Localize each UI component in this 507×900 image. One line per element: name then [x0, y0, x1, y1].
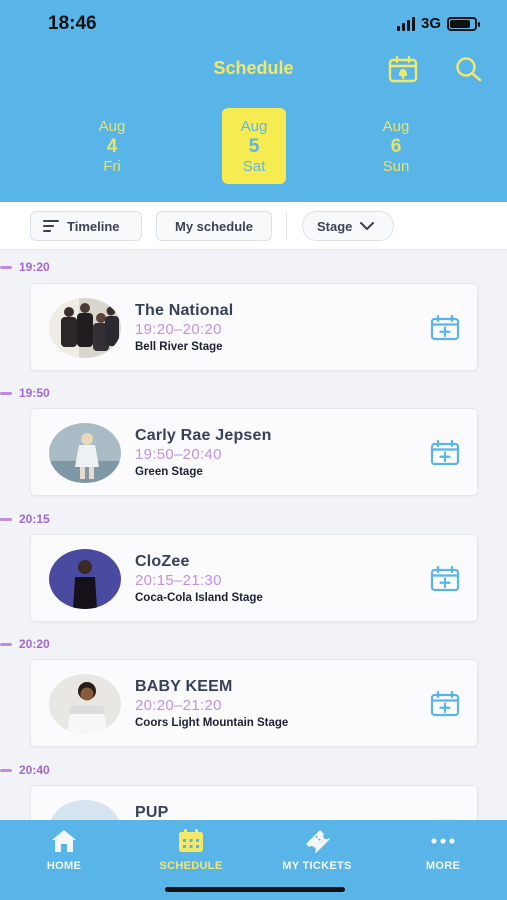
time-marker: 20:20: [0, 637, 50, 651]
date-option-aug-5-selected[interactable]: Aug 5 Sat: [222, 108, 286, 184]
home-indicator: [165, 887, 345, 892]
artist-photo: [49, 423, 121, 483]
date-month: Aug: [240, 118, 268, 135]
time-marker-label: 20:40: [19, 763, 50, 777]
event-card-carly-rae-jepsen[interactable]: Carly Rae Jepsen 19:50–20:40 Green Stage: [30, 408, 478, 496]
calendar-bell-icon[interactable]: [388, 55, 418, 83]
date-day: 6: [390, 136, 402, 157]
page-title: Schedule: [213, 58, 294, 78]
stage-name: Bell River Stage: [135, 341, 223, 353]
stage-name: Coca-Cola Island Stage: [135, 592, 263, 604]
tab-home-label: HOME: [46, 860, 82, 872]
artist-name: Carly Rae Jepsen: [135, 427, 272, 444]
home-icon: [52, 830, 76, 852]
time-slot: 19:50–20:40: [135, 446, 222, 463]
status-time: 18:46: [48, 13, 97, 34]
stage-name: Coors Light Mountain Stage: [135, 717, 289, 729]
tab-my-tickets-label: MY TICKETS: [282, 860, 352, 872]
signal-icon: [396, 16, 415, 31]
tab-schedule[interactable]: SCHEDULE: [136, 828, 246, 872]
event-details: The National 19:20–20:20 Bell River Stag…: [135, 302, 233, 353]
event-details: BABY KEEM 20:20–21:20 Coors Light Mounta…: [135, 678, 288, 729]
event-details: CloZee 20:15–21:30 Coca-Cola Island Stag…: [135, 553, 263, 604]
date-day: 5: [248, 136, 260, 157]
date-month: Aug: [98, 118, 126, 135]
add-to-calendar-icon[interactable]: [430, 440, 460, 466]
date-weekday: Fri: [103, 158, 121, 175]
search-icon[interactable]: [454, 55, 484, 83]
event-card-clozee[interactable]: CloZee 20:15–21:30 Coca-Cola Island Stag…: [30, 534, 478, 622]
add-to-calendar-icon[interactable]: [430, 566, 460, 592]
timeline-label: Timeline: [67, 218, 120, 234]
artist-name: CloZee: [135, 553, 190, 570]
artist-name: The National: [135, 302, 234, 319]
chevron-down-icon: [360, 222, 375, 230]
my-schedule-label: My schedule: [174, 218, 254, 234]
filter-divider: [286, 212, 287, 240]
artist-photo: [49, 800, 121, 820]
event-card-the-national[interactable]: The National 19:20–20:20 Bell River Stag…: [30, 283, 478, 371]
date-option-aug-6[interactable]: Aug 6 Sun: [364, 108, 428, 184]
tab-schedule-label: SCHEDULE: [159, 860, 223, 872]
date-option-aug-4[interactable]: Aug 4 Fri: [80, 108, 144, 184]
app-header: 18:46 3G Schedule Aug 4 Fri Aug 5 Sat Au…: [0, 0, 507, 202]
calendar-icon: [179, 829, 203, 852]
status-bar: 18:46 3G: [0, 0, 507, 48]
schedule-timeline[interactable]: 19:20 The National 19:20–20:20 Bell Rive…: [0, 250, 507, 820]
stage-label: Stage: [317, 218, 353, 234]
event-details: PUP: [135, 804, 169, 820]
event-card-baby-keem[interactable]: BABY KEEM 20:20–21:20 Coors Light Mounta…: [30, 659, 478, 747]
time-marker-label: 20:15: [19, 512, 50, 526]
time-marker-label: 19:20: [19, 260, 50, 274]
tab-my-tickets[interactable]: MY TICKETS: [262, 828, 372, 872]
status-indicators: 3G: [396, 15, 480, 32]
time-marker: 20:40: [0, 763, 50, 777]
time-slot: 20:15–21:30: [135, 572, 222, 589]
date-month: Aug: [382, 118, 410, 135]
date-day: 4: [106, 136, 118, 157]
battery-icon: [447, 16, 480, 31]
artist-photo: [49, 674, 121, 734]
stage-dropdown[interactable]: Stage: [302, 211, 394, 241]
stage-name: Green Stage: [135, 466, 203, 478]
filter-bar: Timeline My schedule Stage: [0, 202, 507, 250]
date-picker: Aug 4 Fri Aug 5 Sat Aug 6 Sun: [0, 108, 507, 186]
time-marker: 19:50: [0, 386, 50, 400]
list-icon: [43, 220, 59, 232]
date-weekday: Sat: [242, 158, 266, 175]
tab-more[interactable]: MORE: [388, 828, 498, 872]
time-marker-label: 19:50: [19, 386, 50, 400]
artist-photo: [49, 549, 121, 609]
time-marker: 20:15: [0, 512, 50, 526]
artist-name: BABY KEEM: [135, 678, 233, 695]
add-to-calendar-icon[interactable]: [430, 315, 460, 341]
timeline-button[interactable]: Timeline: [30, 211, 142, 241]
time-slot: 19:20–20:20: [135, 321, 222, 338]
network-type: 3G: [420, 15, 441, 32]
event-details: Carly Rae Jepsen 19:50–20:40 Green Stage: [135, 427, 272, 478]
time-marker-label: 20:20: [19, 637, 50, 651]
ticket-icon: [306, 830, 330, 853]
time-marker: 19:20: [0, 260, 50, 274]
date-weekday: Sun: [382, 158, 410, 175]
artist-name: PUP: [135, 804, 169, 820]
time-slot: 20:20–21:20: [135, 697, 222, 714]
artist-photo: [49, 298, 121, 358]
more-dots-icon: [431, 838, 455, 844]
tab-more-label: MORE: [425, 860, 461, 872]
event-card-pup[interactable]: PUP: [30, 785, 478, 820]
my-schedule-button[interactable]: My schedule: [156, 211, 272, 241]
tab-home[interactable]: HOME: [9, 828, 119, 872]
add-to-calendar-icon[interactable]: [430, 691, 460, 717]
